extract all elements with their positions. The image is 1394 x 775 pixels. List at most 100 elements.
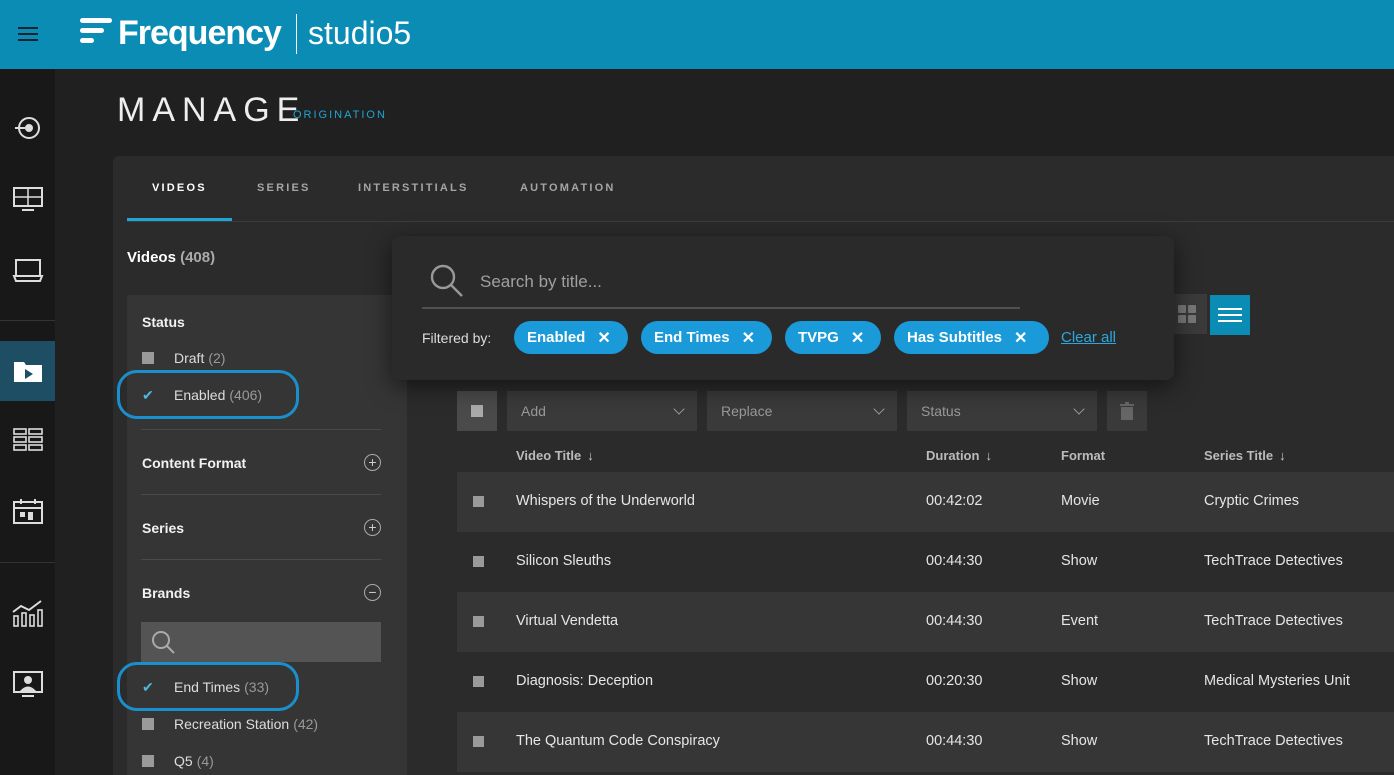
filter-count: (4) xyxy=(196,753,214,769)
clear-all-link[interactable]: Clear all xyxy=(1061,329,1116,346)
videos-count: (408) xyxy=(180,249,216,266)
select-all-checkbox[interactable] xyxy=(457,391,497,431)
nav-multiview-icon[interactable] xyxy=(0,169,55,229)
close-icon[interactable]: ✕ xyxy=(742,328,755,348)
logo-divider xyxy=(296,14,297,54)
cell-series: Medical Mysteries Unit xyxy=(1204,673,1350,689)
chevron-down-icon xyxy=(673,403,685,415)
brands-heading[interactable]: Brands xyxy=(142,585,190,601)
row-checkbox[interactable] xyxy=(473,616,484,627)
frequency-logo-icon xyxy=(80,18,112,44)
collapse-minus-icon[interactable]: − xyxy=(364,584,381,601)
series-heading[interactable]: Series xyxy=(142,520,184,536)
tab-interstitials[interactable]: INTERSTITIALS xyxy=(358,182,469,194)
filter-status-draft[interactable]: Draft (2) xyxy=(142,350,225,366)
chip-label: TVPG xyxy=(798,329,839,346)
close-icon[interactable]: ✕ xyxy=(597,328,610,348)
tab-videos[interactable]: VIDEOS xyxy=(152,182,207,194)
nav-schedule-grid-icon[interactable] xyxy=(0,411,55,471)
list-view-button[interactable] xyxy=(1210,295,1250,335)
close-icon[interactable]: ✕ xyxy=(851,328,864,348)
column-label: Duration xyxy=(926,448,980,463)
tab-series[interactable]: SERIES xyxy=(257,182,311,194)
top-bar: Frequency studio5 xyxy=(0,0,1394,69)
row-checkbox[interactable] xyxy=(473,556,484,567)
replace-dropdown-label: Replace xyxy=(721,403,773,419)
cell-duration: 00:44:30 xyxy=(926,553,983,569)
nav-manage-icon[interactable] xyxy=(0,341,55,401)
chevron-down-icon xyxy=(873,403,885,415)
cell-series: TechTrace Detectives xyxy=(1204,613,1343,629)
replace-dropdown[interactable]: Replace xyxy=(707,391,897,431)
filter-brand-end-times[interactable]: ✔ End Times (33) xyxy=(142,679,269,695)
cell-format: Show xyxy=(1061,673,1098,689)
table-row[interactable]: Virtual Vendetta 00:44:30 Event TechTrac… xyxy=(457,592,1394,652)
nav-origination-icon[interactable] xyxy=(0,98,55,158)
filter-brand-q5[interactable]: Q5 (4) xyxy=(142,753,214,769)
content-format-heading[interactable]: Content Format xyxy=(142,455,246,471)
nav-monitor-icon[interactable] xyxy=(0,240,55,300)
tab-automation[interactable]: AUTOMATION xyxy=(520,182,616,194)
row-checkbox[interactable] xyxy=(473,496,484,507)
filter-count: (406) xyxy=(229,387,263,403)
filter-count: (2) xyxy=(208,350,226,366)
filter-chip-tvpg[interactable]: TVPG ✕ xyxy=(785,321,881,354)
cell-duration: 00:20:30 xyxy=(926,673,983,689)
trash-icon xyxy=(1120,402,1134,420)
filter-label: Enabled xyxy=(174,387,226,403)
cell-duration: 00:42:02 xyxy=(926,493,983,509)
add-dropdown[interactable]: Add xyxy=(507,391,697,431)
search-icon xyxy=(430,264,463,297)
nav-analytics-icon[interactable] xyxy=(0,583,55,643)
search-input[interactable] xyxy=(480,270,980,294)
filter-label: Q5 xyxy=(174,753,193,769)
table-row[interactable]: Diagnosis: Deception 00:20:30 Show Medic… xyxy=(457,652,1394,712)
filter-chip-end-times[interactable]: End Times ✕ xyxy=(641,321,772,354)
filter-label: End Times xyxy=(174,679,241,695)
cell-title[interactable]: Silicon Sleuths xyxy=(516,553,611,569)
filter-chip-has-subtitles[interactable]: Has Subtitles ✕ xyxy=(894,321,1049,354)
brand-search-input[interactable] xyxy=(141,622,381,662)
cell-duration: 00:44:30 xyxy=(926,733,983,749)
chip-label: End Times xyxy=(654,329,730,346)
filter-status-enabled[interactable]: ✔ Enabled (406) xyxy=(142,387,262,403)
search-icon xyxy=(152,631,175,654)
table-row[interactable]: The Quantum Code Conspiracy 00:44:30 Sho… xyxy=(457,712,1394,772)
expand-plus-icon[interactable]: + xyxy=(364,454,381,471)
column-series-title[interactable]: Series Title ↓ xyxy=(1204,448,1286,463)
checkbox[interactable] xyxy=(142,352,154,364)
table-row[interactable]: Whispers of the Underworld 00:42:02 Movi… xyxy=(457,472,1394,532)
cell-title[interactable]: The Quantum Code Conspiracy xyxy=(516,733,720,749)
filter-chip-enabled[interactable]: Enabled ✕ xyxy=(514,321,628,354)
checkbox[interactable] xyxy=(142,718,154,730)
table-row[interactable]: Silicon Sleuths 00:44:30 Show TechTrace … xyxy=(457,532,1394,592)
row-checkbox[interactable] xyxy=(473,736,484,747)
column-video-title[interactable]: Video Title ↓ xyxy=(516,448,594,463)
list-icon xyxy=(1218,308,1242,322)
delete-button[interactable] xyxy=(1107,391,1147,431)
column-format[interactable]: Format xyxy=(1061,448,1105,463)
cell-title[interactable]: Virtual Vendetta xyxy=(516,613,618,629)
sort-arrow-icon: ↓ xyxy=(587,448,594,463)
nav-account-icon[interactable] xyxy=(0,654,55,714)
active-tab-indicator xyxy=(127,218,232,221)
status-dropdown[interactable]: Status xyxy=(907,391,1097,431)
page-title: MANAGE xyxy=(117,91,307,129)
filter-panel: Status Draft (2) ✔ Enabled (406) Content… xyxy=(117,295,407,775)
filter-brand-recreation-station[interactable]: Recreation Station (42) xyxy=(142,716,318,732)
checkbox[interactable] xyxy=(142,755,154,767)
menu-icon[interactable] xyxy=(18,27,38,41)
page-subtitle: ORIGINATION xyxy=(293,109,387,121)
checkmark-icon[interactable]: ✔ xyxy=(142,680,154,694)
checkmark-icon[interactable]: ✔ xyxy=(142,388,154,402)
cell-title[interactable]: Whispers of the Underworld xyxy=(516,493,695,509)
close-icon[interactable]: ✕ xyxy=(1014,328,1027,348)
cell-title[interactable]: Diagnosis: Deception xyxy=(516,673,653,689)
videos-label: Videos xyxy=(127,249,176,266)
expand-plus-icon[interactable]: + xyxy=(364,519,381,536)
nav-calendar-icon[interactable] xyxy=(0,482,55,542)
cell-format: Show xyxy=(1061,733,1098,749)
column-duration[interactable]: Duration ↓ xyxy=(926,448,992,463)
status-dropdown-label: Status xyxy=(921,403,961,419)
row-checkbox[interactable] xyxy=(473,676,484,687)
